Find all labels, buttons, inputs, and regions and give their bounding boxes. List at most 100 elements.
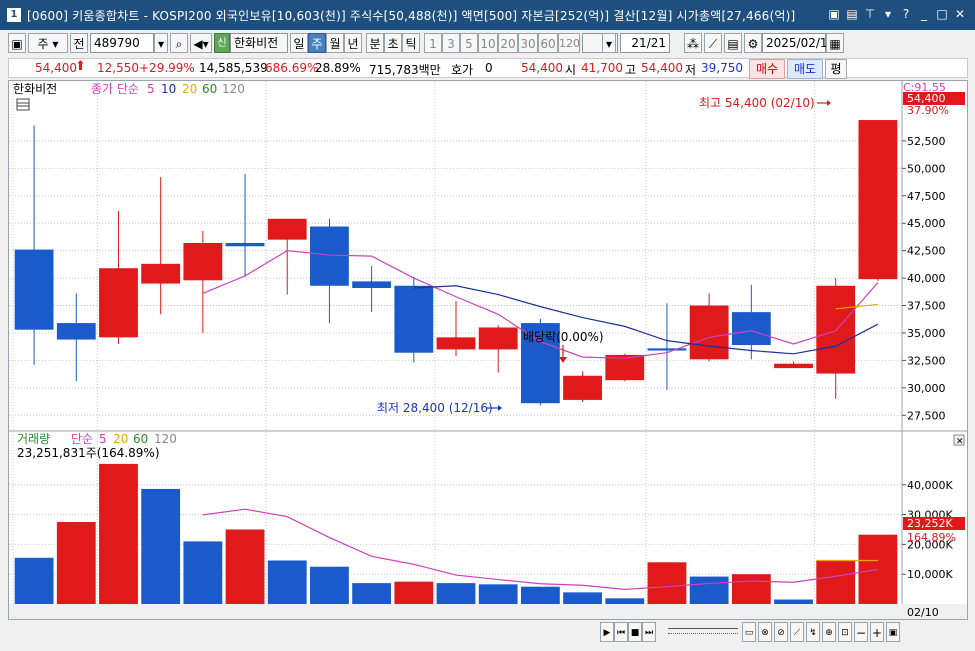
volume-bar [352, 583, 392, 604]
candle-body [858, 120, 898, 280]
high-label: 고 [625, 63, 637, 77]
volume-ratio: 686.69% [265, 61, 319, 75]
average-button[interactable]: 평 [825, 59, 847, 79]
tool-icon-3[interactable]: ⊘ [774, 622, 788, 642]
interval-dropdown-icon[interactable]: ▾ [602, 33, 616, 53]
change-percent: +29.99% [139, 61, 195, 75]
price-tick-label: 40,000 [907, 272, 946, 285]
period-week[interactable]: 주 [308, 33, 326, 53]
scroll-right-icon[interactable]: ▶ [600, 622, 614, 642]
pin-icon[interactable]: ⊤ [863, 6, 877, 22]
sound-icon[interactable]: ◀▾ [190, 33, 212, 53]
stock-code-input[interactable]: 489790 [90, 33, 154, 53]
volume-bar [478, 584, 518, 604]
volume-bar [394, 581, 434, 604]
tool-icon-1[interactable]: ▭ [742, 622, 756, 642]
price-badge-percent: 37.90% [907, 104, 949, 117]
period-month[interactable]: 월 [326, 33, 344, 53]
market-select[interactable]: 주 ▾ [28, 33, 68, 53]
interval-3[interactable]: 3 [442, 33, 460, 53]
price-legend-name: 한화비전 [13, 82, 57, 96]
draw-tool-icon[interactable]: ⟋ [704, 33, 722, 53]
scroll-first-icon[interactable]: ⏮ [614, 622, 628, 642]
volume-badge-percent: 164.89% [907, 531, 956, 544]
new-listing-badge: 신 [214, 33, 230, 53]
chart-area[interactable]: 27,500 30,000 32,500 35,000 37,500 40,000 42,5… [8, 80, 968, 620]
volume-bar [858, 534, 898, 604]
price-tick-label: 50,000 [907, 162, 946, 175]
interval-20[interactable]: 20 [498, 33, 518, 53]
period-year[interactable]: 년 [344, 33, 362, 53]
page-current: 21 [631, 36, 647, 50]
chart-svg[interactable]: 27,500 30,000 32,500 35,000 37,500 40,000 42,5… [9, 81, 967, 619]
tool-icon-2[interactable]: ⊗ [758, 622, 772, 642]
price-tick-label: 30,000 [907, 382, 946, 395]
tool-icon-6[interactable]: ⊕ [822, 622, 836, 642]
layout-icon[interactable]: ▣ [8, 33, 26, 53]
zoom-in-icon[interactable]: + [870, 622, 884, 642]
volume-ma-60: 60 [133, 432, 148, 446]
calendar-icon[interactable]: ▦ [826, 33, 844, 53]
volume-bar [689, 576, 729, 604]
expand-icon[interactable]: ▣ [886, 622, 900, 642]
tool-icon-4[interactable]: ⟋ [790, 622, 804, 642]
volume-ma-label: 단순 [71, 432, 93, 446]
candle-body [56, 323, 96, 340]
title-bar: 1 [0600] 키움종합차트 - KOSPI200 외국인보유[10,603(… [0, 0, 975, 30]
tool-icon-5[interactable]: ↯ [806, 622, 820, 642]
price-tick-label: 37,500 [907, 300, 946, 313]
scroll-last-icon[interactable]: ⏭ [642, 622, 656, 642]
candle-body [647, 348, 687, 351]
market2-button[interactable]: 전 [70, 33, 88, 53]
price-ma-20: 20 [182, 82, 197, 96]
zoom-slider[interactable] [668, 628, 738, 634]
interval-5[interactable]: 5 [460, 33, 478, 53]
interval-30[interactable]: 30 [518, 33, 538, 53]
period-second[interactable]: 초 [384, 33, 402, 53]
stock-name-field: 한화비전 [230, 33, 288, 53]
minimize-icon[interactable]: _ [917, 6, 931, 22]
toggle-icon[interactable]: ▾ [881, 6, 895, 22]
zoom-out-icon[interactable]: − [854, 622, 868, 642]
x-axis-strip [9, 604, 967, 619]
help-icon[interactable]: ? [899, 6, 913, 22]
low-annotation: 최저 28,400 (12/16) [377, 401, 493, 415]
sell-button[interactable]: 매도 [787, 59, 823, 79]
interval-120[interactable]: 120 [558, 33, 580, 53]
maximize-icon[interactable]: □ [935, 6, 949, 22]
candle-body [267, 218, 307, 240]
interval-1[interactable]: 1 [424, 33, 442, 53]
buy-button[interactable]: 매수 [749, 59, 785, 79]
compare-icon[interactable]: ⁂ [684, 33, 702, 53]
interval-60[interactable]: 60 [538, 33, 558, 53]
stop-icon[interactable]: ■ [628, 622, 642, 642]
period-minute[interactable]: 분 [366, 33, 384, 53]
volume-current-text: 23,251,831주(164.89%) [17, 446, 160, 460]
turnover: 28.89% [315, 61, 361, 75]
x-axis-right-label: 02/10 [907, 606, 939, 619]
settings-gear-icon[interactable]: ⚙ [744, 33, 762, 53]
candle-body [689, 305, 729, 360]
tool-icon-7[interactable]: ⊡ [838, 622, 852, 642]
candle-body [563, 375, 602, 400]
date-input[interactable]: 2025/02/10 [762, 33, 835, 53]
save-icon[interactable]: ▤ [724, 33, 742, 53]
window-icon-2[interactable]: ▤ [845, 6, 859, 22]
window-number[interactable]: 1 [7, 8, 21, 22]
code-dropdown-icon[interactable]: ▾ [154, 33, 168, 53]
volume-tick-label: 40,000K [907, 479, 953, 492]
low-price: 39,750 [701, 61, 743, 75]
candle-body [436, 337, 476, 350]
volume-badge-value: 23,252K [907, 517, 953, 530]
close-icon[interactable]: ✕ [953, 6, 967, 22]
price-tick-label: 52,500 [907, 135, 946, 148]
dividend-annotation: 배당락(0.00%) [523, 330, 604, 344]
interval-10[interactable]: 10 [478, 33, 498, 53]
high-annotation: 최고 54,400 (02/10) [699, 96, 815, 110]
period-tick[interactable]: 틱 [402, 33, 420, 53]
price-tick-label: 35,000 [907, 327, 946, 340]
period-day[interactable]: 일 [290, 33, 308, 53]
window-icon-1[interactable]: ▣ [827, 6, 841, 22]
toolbar: ▣ 주 ▾ 전 489790 ▾ ⌕ ◀▾ 신 한화비전 일 주 월 년 분 초… [8, 33, 968, 55]
search-icon[interactable]: ⌕ [170, 33, 188, 53]
